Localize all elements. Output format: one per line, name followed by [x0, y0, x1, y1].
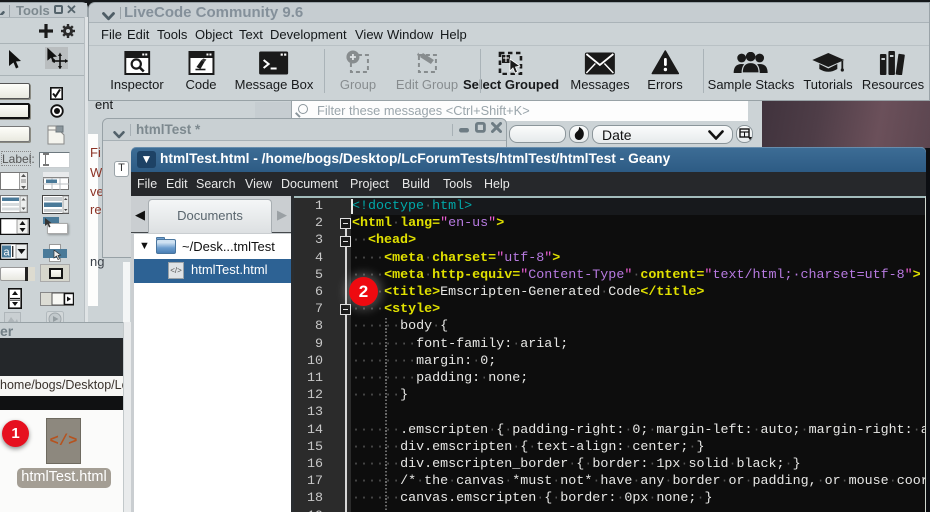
- svg-text:a: a: [4, 247, 11, 259]
